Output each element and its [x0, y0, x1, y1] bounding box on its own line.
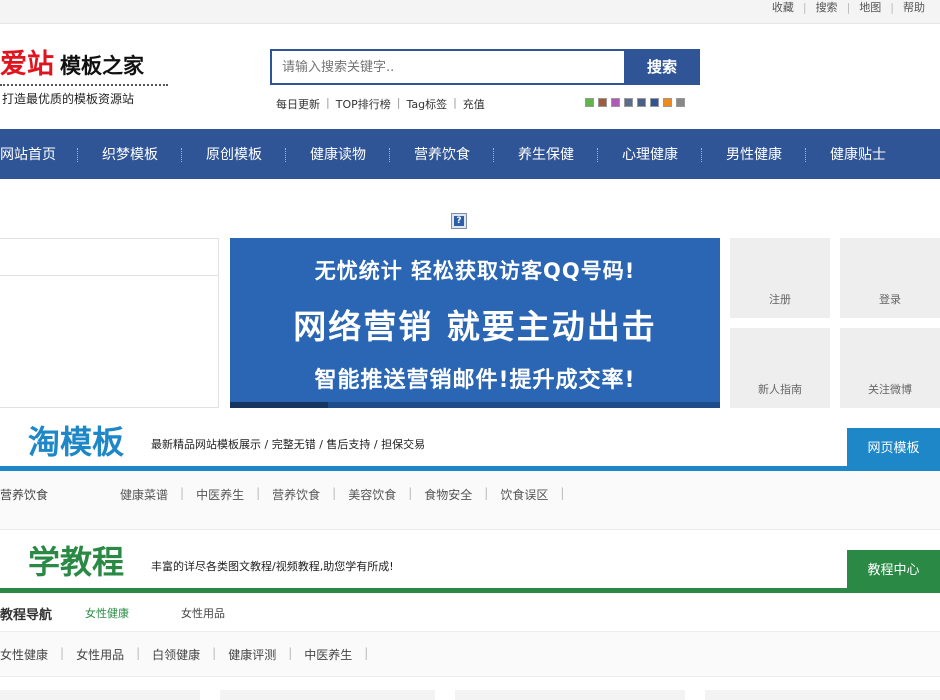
sublink-recharge[interactable]: 充值 [463, 96, 485, 112]
banner-line-3: 智能推送营销邮件!提升成交率! [314, 368, 636, 393]
separator: | [60, 646, 65, 660]
separator: | [136, 646, 141, 660]
tile-label: 注册 [769, 293, 791, 306]
section-description: 最新精品网站模板展示 / 完整无错 / 售后支持 / 担保交易 [151, 438, 426, 451]
nav-item-dedecms-templates[interactable]: 织梦模板 [78, 129, 182, 179]
category-link[interactable]: 饮食误区 [500, 486, 548, 503]
card-placeholder [705, 690, 940, 700]
theme-swatch[interactable] [637, 98, 646, 107]
logo-black-text[interactable]: 模板之家 [60, 52, 144, 80]
nav-item-health-tips[interactable]: 健康贴士 [806, 129, 910, 179]
tutorial-link[interactable]: 中医养生 [304, 646, 352, 663]
main-nav: 网站首页 织梦模板 原创模板 健康读物 营养饮食 养生保健 心理健康 男性健康 … [0, 129, 910, 179]
tile-newbie-guide[interactable]: 新人指南 [730, 328, 830, 408]
search-input[interactable] [272, 51, 612, 83]
tutorial-link[interactable]: 健康评测 [228, 646, 276, 663]
section-description: 丰富的详尽各类图文教程/视频教程,助您学有所成! [151, 560, 394, 573]
separator: | [212, 646, 217, 660]
theme-swatch[interactable] [611, 98, 620, 107]
search-sublinks: 每日更新 | TOP排行榜 | Tag标签 | 充值 [276, 96, 485, 112]
theme-swatch[interactable] [650, 98, 659, 107]
top-links: 收藏 | 搜索 | 地图 | 帮助 [763, 0, 934, 16]
theme-swatch[interactable] [585, 98, 594, 107]
separator: | [453, 96, 457, 109]
search-box [270, 49, 624, 85]
top-link-map[interactable]: 地图 [850, 0, 890, 16]
nav-item-original-templates[interactable]: 原创模板 [182, 129, 286, 179]
separator: | [288, 646, 293, 660]
nav-item-health-reading[interactable]: 健康读物 [286, 129, 390, 179]
left-panel [0, 238, 219, 408]
category-link[interactable]: 食物安全 [424, 486, 472, 503]
category-link[interactable]: 营养饮食 [272, 486, 320, 503]
tutorial-nav-label: 教程导航 [0, 608, 53, 623]
nav-item-nutrition[interactable]: 营养饮食 [390, 129, 494, 179]
top-link-search[interactable]: 搜索 [807, 0, 847, 16]
top-link-help[interactable]: 帮助 [894, 0, 934, 16]
separator: | [364, 646, 369, 660]
tile-label: 关注微博 [868, 383, 912, 396]
separator: | [256, 486, 261, 500]
logo-red-text[interactable]: 爱站 [0, 48, 54, 82]
separator: | [408, 486, 413, 500]
nav-item-mental-health[interactable]: 心理健康 [598, 129, 702, 179]
logo-divider [0, 84, 168, 86]
category-links: 健康菜谱 | 中医养生 | 营养饮食 | 美容饮食 | 食物安全 | 饮食误区 | [120, 486, 576, 503]
separator: | [332, 486, 337, 500]
banner-line-2: 网络营销 就要主动出击 [293, 307, 657, 346]
theme-swatches [585, 98, 685, 107]
banner-line-1: 无忧统计 轻松获取访客QQ号码! [314, 259, 636, 283]
section-title: 淘模板 [28, 423, 125, 461]
banner-progress-segment[interactable] [230, 402, 328, 408]
category-link[interactable]: 健康菜谱 [120, 486, 168, 503]
tab-tutorial-center[interactable]: 教程中心 [847, 550, 940, 592]
separator: | [180, 486, 185, 500]
nav-item-mens-health[interactable]: 男性健康 [702, 129, 806, 179]
left-panel-divider [0, 275, 219, 276]
card-placeholder [0, 690, 200, 700]
sublink-top-rank[interactable]: TOP排行榜 [336, 96, 391, 112]
nav-item-home[interactable]: 网站首页 [0, 129, 78, 179]
card-placeholder [455, 690, 685, 700]
top-link-favorite[interactable]: 收藏 [763, 0, 803, 16]
tutorial-link[interactable]: 白领健康 [152, 646, 200, 663]
category-label[interactable]: 营养饮食 [0, 486, 48, 503]
category-link[interactable]: 中医养生 [196, 486, 244, 503]
section-title: 学教程 [28, 543, 125, 581]
theme-swatch[interactable] [676, 98, 685, 107]
nav-item-wellness[interactable]: 养生保健 [494, 129, 598, 179]
separator: | [326, 96, 330, 109]
tab-womens-products[interactable]: 女性用品 [181, 605, 225, 621]
separator: | [484, 486, 489, 500]
tile-label: 登录 [879, 293, 901, 306]
separator: | [396, 96, 401, 109]
sublink-tags[interactable]: Tag标签 [406, 96, 447, 112]
category-link[interactable]: 美容饮食 [348, 486, 396, 503]
separator: | [560, 486, 565, 500]
tile-follow-weibo[interactable]: 关注微博 [840, 328, 940, 408]
theme-swatch[interactable] [598, 98, 607, 107]
tab-womens-health[interactable]: 女性健康 [85, 605, 129, 621]
tile-label: 新人指南 [758, 383, 802, 396]
broken-image-icon: ? [451, 213, 467, 229]
theme-swatch[interactable] [624, 98, 633, 107]
section-divider [0, 588, 940, 593]
tutorial-link[interactable]: 女性用品 [76, 646, 124, 663]
tutorial-link[interactable]: 女性健康 [0, 646, 48, 663]
card-placeholder [220, 690, 435, 700]
tile-register[interactable]: 注册 [730, 238, 830, 318]
tile-login[interactable]: 登录 [840, 238, 940, 318]
search-button[interactable]: 搜索 [624, 49, 700, 85]
tutorial-links: 女性健康 | 女性用品 | 白领健康 | 健康评测 | 中医养生 | [0, 646, 380, 663]
logo-tagline: 打造最优质的模板资源站 [2, 92, 135, 106]
tab-web-templates[interactable]: 网页模板 [847, 428, 940, 470]
sublink-daily-update[interactable]: 每日更新 [276, 96, 320, 112]
theme-swatch[interactable] [663, 98, 672, 107]
